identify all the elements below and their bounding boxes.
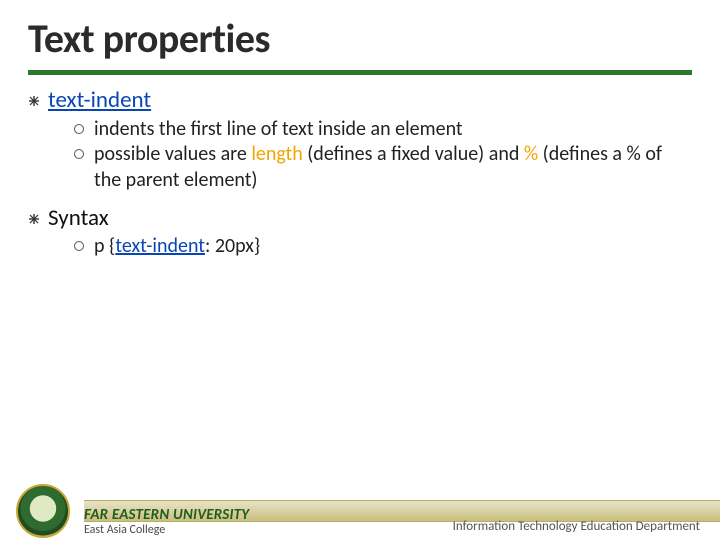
circle-bullet-icon: [74, 149, 84, 159]
body-text: indents the first line of text inside an…: [94, 117, 463, 141]
sub-list: indents the first line of text inside an…: [74, 117, 692, 194]
code-keyword: text-indent: [115, 234, 205, 258]
slide: Text properties text-indent indents the …: [0, 0, 720, 540]
body-text: possible values are: [94, 142, 251, 166]
sub-item: indents the first line of text inside an…: [74, 117, 692, 143]
asterisk-bullet-icon: [28, 213, 40, 225]
page-title: Text properties: [28, 14, 270, 63]
sub-list: p {text-indent: 20px}: [74, 234, 692, 260]
circle-bullet-icon: [74, 241, 84, 251]
content-area: text-indent indents the first line of te…: [28, 86, 692, 270]
body-text: (defines a fixed value) and: [303, 142, 524, 166]
item-heading: Syntax: [48, 204, 692, 233]
list-item: text-indent indents the first line of te…: [28, 86, 692, 194]
department-name: Information Technology Education Departm…: [453, 519, 700, 534]
footer-names: FAR EASTERN UNIVERSITY East Asia College: [84, 482, 249, 540]
body-text: p {: [94, 234, 115, 258]
list-item: Syntax p {text-indent: 20px}: [28, 204, 692, 260]
university-seal-icon: [16, 484, 70, 538]
title-divider: [28, 70, 692, 75]
highlight-text: length: [251, 142, 302, 166]
asterisk-bullet-icon: [28, 95, 40, 107]
highlight-text: %: [524, 142, 538, 166]
body-text: : 20px}: [205, 234, 260, 258]
circle-bullet-icon: [74, 124, 84, 134]
item-heading: text-indent: [48, 86, 692, 115]
footer: FAR EASTERN UNIVERSITY East Asia College…: [0, 482, 720, 540]
university-name: FAR EASTERN UNIVERSITY: [84, 506, 249, 524]
college-name: East Asia College: [84, 523, 249, 537]
sub-item: possible values are length (defines a fi…: [74, 142, 692, 193]
sub-item: p {text-indent: 20px}: [74, 234, 692, 260]
